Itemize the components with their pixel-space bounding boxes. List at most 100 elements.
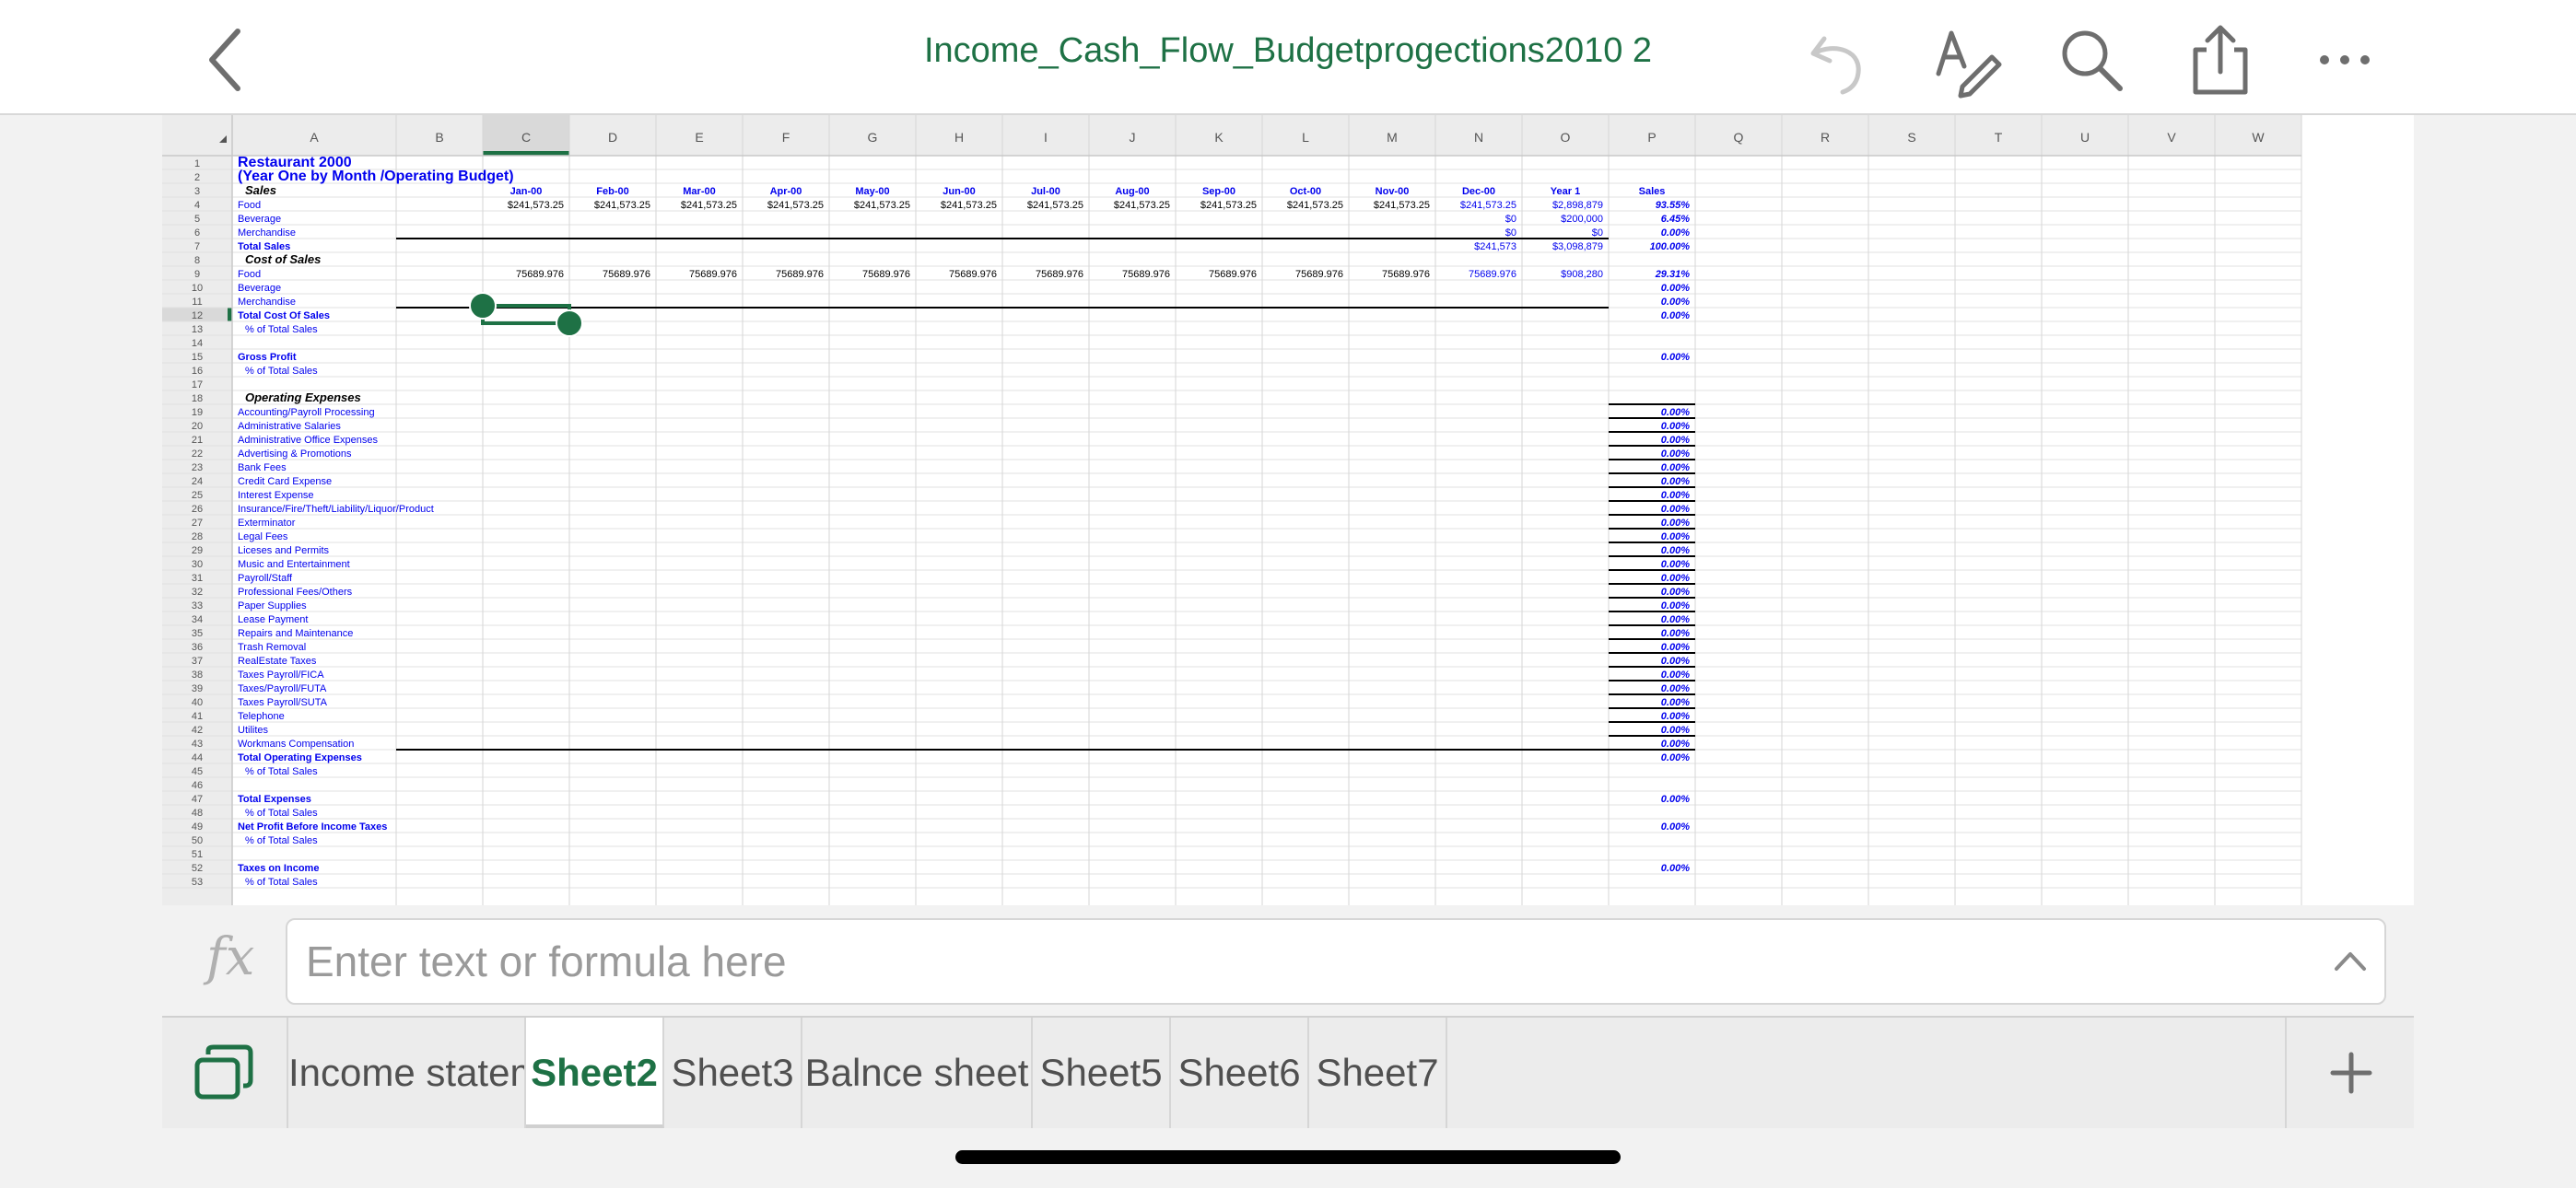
search-button[interactable] — [2050, 18, 2133, 101]
cell-P10[interactable]: 0.00% — [1661, 283, 1690, 294]
cell-G4[interactable]: $241,573.25 — [854, 200, 910, 211]
row-header[interactable]: 50 — [192, 835, 203, 846]
cell-N5[interactable]: $0 — [1505, 214, 1516, 225]
row-header[interactable]: 47 — [192, 794, 203, 805]
column-header[interactable]: K — [1214, 130, 1224, 145]
cell-A53[interactable]: % of Total Sales — [245, 877, 318, 888]
cell-P42[interactable]: 0.00% — [1661, 725, 1690, 736]
cell-J9[interactable]: 75689.976 — [1122, 269, 1170, 280]
row-header[interactable]: 30 — [192, 559, 203, 570]
cell-P29[interactable]: 0.00% — [1661, 545, 1690, 556]
cell-F4[interactable]: $241,573.25 — [767, 200, 824, 211]
cell-A28[interactable]: Legal Fees — [238, 531, 288, 542]
cell-A40[interactable]: Taxes Payroll/SUTA — [238, 697, 328, 708]
cell-A9[interactable]: Food — [238, 269, 261, 280]
row-header[interactable]: 42 — [192, 725, 203, 736]
column-header[interactable]: P — [1647, 130, 1656, 145]
undo-button[interactable] — [1797, 18, 1879, 101]
expand-formula-button[interactable] — [2327, 938, 2373, 984]
cell-A37[interactable]: RealEstate Taxes — [238, 656, 317, 667]
cell-P49[interactable]: 0.00% — [1661, 821, 1690, 833]
row-header[interactable]: 10 — [192, 283, 203, 294]
cell-A45[interactable]: % of Total Sales — [245, 766, 318, 777]
cell-N9[interactable]: 75689.976 — [1469, 269, 1516, 280]
column-header[interactable]: W — [2252, 130, 2265, 145]
cell-P52[interactable]: 0.00% — [1661, 863, 1690, 874]
cell-P24[interactable]: 0.00% — [1661, 476, 1690, 487]
cell-P23[interactable]: 0.00% — [1661, 462, 1690, 473]
row-header[interactable]: 44 — [192, 752, 203, 763]
cell-P19[interactable]: 0.00% — [1661, 407, 1690, 418]
cell-P3[interactable]: Sales — [1639, 186, 1666, 197]
row-header[interactable]: 19 — [192, 407, 203, 418]
sheets-overview-button[interactable] — [162, 1018, 288, 1128]
cell-P47[interactable]: 0.00% — [1661, 794, 1690, 805]
cell-A30[interactable]: Music and Entertainment — [238, 559, 350, 570]
cell-A15[interactable]: Gross Profit — [238, 352, 297, 363]
cell-P32[interactable]: 0.00% — [1661, 587, 1690, 598]
cell-A16[interactable]: % of Total Sales — [245, 366, 318, 377]
cell-G3[interactable]: May-00 — [855, 186, 889, 197]
cell-P39[interactable]: 0.00% — [1661, 683, 1690, 694]
row-header[interactable]: 31 — [192, 573, 203, 584]
row-header[interactable]: 4 — [194, 200, 200, 211]
cell-O4[interactable]: $2,898,879 — [1552, 200, 1603, 211]
cell-P27[interactable]: 0.00% — [1661, 518, 1690, 529]
cell-O6[interactable]: $0 — [1592, 227, 1603, 239]
cell-A4[interactable]: Food — [238, 200, 261, 211]
cell-A19[interactable]: Accounting/Payroll Processing — [238, 407, 375, 418]
cell-A48[interactable]: % of Total Sales — [245, 808, 318, 819]
cell-L3[interactable]: Oct-00 — [1290, 186, 1321, 197]
cell-A6[interactable]: Merchandise — [238, 227, 296, 239]
row-header[interactable]: 33 — [192, 600, 203, 611]
column-header[interactable]: R — [1821, 130, 1830, 145]
cell-A24[interactable]: Credit Card Expense — [238, 476, 332, 487]
row-header[interactable]: 22 — [192, 448, 203, 460]
column-header[interactable]: A — [310, 130, 319, 145]
cell-P5[interactable]: 6.45% — [1661, 214, 1690, 225]
row-header[interactable]: 35 — [192, 628, 203, 639]
cell-C3[interactable]: Jan-00 — [510, 186, 543, 197]
cell-O5[interactable]: $200,000 — [1561, 214, 1603, 225]
cell-P25[interactable]: 0.00% — [1661, 490, 1690, 501]
cell-K3[interactable]: Sep-00 — [1202, 186, 1235, 197]
formula-input[interactable] — [286, 918, 2386, 1005]
cell-N3[interactable]: Dec-00 — [1462, 186, 1495, 197]
cell-A52[interactable]: Taxes on Income — [238, 863, 319, 874]
tab-sheet5[interactable]: Sheet5 — [1033, 1018, 1171, 1128]
column-header[interactable]: Q — [1734, 130, 1744, 145]
row-header[interactable]: 8 — [194, 255, 200, 266]
cell-M4[interactable]: $241,573.25 — [1374, 200, 1430, 211]
row-header[interactable]: 3 — [194, 186, 200, 197]
cell-A34[interactable]: Lease Payment — [238, 614, 308, 625]
row-header[interactable]: 27 — [192, 518, 203, 529]
cell-A41[interactable]: Telephone — [238, 711, 285, 722]
column-header[interactable]: S — [1907, 130, 1915, 145]
cell-P30[interactable]: 0.00% — [1661, 559, 1690, 570]
cell-A35[interactable]: Repairs and Maintenance — [238, 628, 353, 639]
tab-sheet7[interactable]: Sheet7 — [1309, 1018, 1447, 1128]
cell-K9[interactable]: 75689.976 — [1209, 269, 1257, 280]
cell-F3[interactable]: Apr-00 — [770, 186, 802, 197]
cell-P35[interactable]: 0.00% — [1661, 628, 1690, 639]
column-header[interactable]: L — [1302, 130, 1309, 145]
row-header[interactable]: 43 — [192, 739, 203, 750]
row-header[interactable]: 46 — [192, 780, 203, 791]
column-header[interactable]: O — [1561, 130, 1571, 145]
spreadsheet-grid[interactable]: A B C D E F G H I J K L M N O P Q R S T U V W 1 Restaurant 2000 2… — [162, 115, 2414, 905]
row-header[interactable]: 14 — [192, 338, 203, 349]
selection-handle-end[interactable] — [556, 309, 583, 337]
tab-sheet3[interactable]: Sheet3 — [664, 1018, 802, 1128]
column-header[interactable]: U — [2080, 130, 2090, 145]
column-header[interactable]: G — [868, 130, 878, 145]
cell-P33[interactable]: 0.00% — [1661, 600, 1690, 611]
row-header[interactable]: 36 — [192, 642, 203, 653]
cell-A13[interactable]: % of Total Sales — [245, 324, 318, 335]
cell-A20[interactable]: Administrative Salaries — [238, 421, 341, 432]
cell-P38[interactable]: 0.00% — [1661, 670, 1690, 681]
row-header[interactable]: 16 — [192, 366, 203, 377]
column-header[interactable]: B — [435, 130, 443, 145]
tab-balnce-sheet[interactable]: Balnce sheet — [802, 1018, 1033, 1128]
column-header[interactable]: T — [1995, 130, 2003, 145]
cell-P41[interactable]: 0.00% — [1661, 711, 1690, 722]
